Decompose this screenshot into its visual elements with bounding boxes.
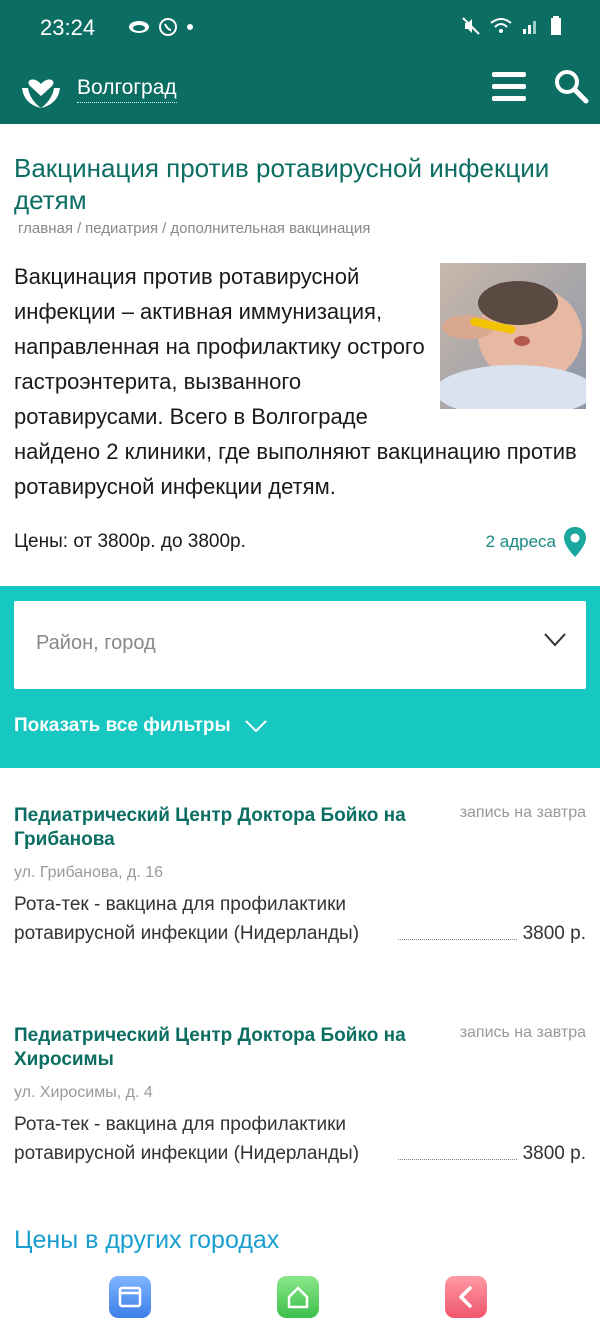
clinic-address: ул. Грибанова, д. 16 <box>14 864 164 881</box>
service-name: Рота-тек - вакцина для профилактики рота… <box>14 894 360 944</box>
clinic-card: Педиатрический Центр Доктора Бойко на Хи… <box>0 1024 600 1168</box>
home-icon[interactable] <box>277 1276 319 1318</box>
status-time: 23:24 <box>40 15 96 40</box>
price-range: Цены: от 3800р. до 3800р. <box>14 531 246 552</box>
heart-hands-logo-icon[interactable] <box>20 66 62 110</box>
mute-icon <box>462 17 480 35</box>
chevron-down-icon <box>544 633 566 647</box>
service-price: 3800 р. <box>522 1143 586 1164</box>
show-all-filters-label: Показать все фильтры <box>14 715 231 736</box>
price-leader <box>398 1159 517 1160</box>
city-selector[interactable]: Волгоград <box>77 76 177 103</box>
addresses-label: 2 адреса <box>485 532 556 551</box>
main-content: Вакцинация против ротавирусной инфекции … <box>0 152 600 560</box>
clinic-card: Педиатрический Центр Доктора Бойко на Гр… <box>0 804 600 948</box>
system-navbar <box>0 1268 600 1332</box>
clinic-address: ул. Хиросимы, д. 4 <box>14 1084 153 1101</box>
other-cities-heading[interactable]: Цены в других городах <box>0 1226 600 1255</box>
district-placeholder: Район, город <box>36 632 156 654</box>
page-title: Вакцинация против ротавирусной инфекции … <box>14 153 550 215</box>
recent-apps-icon[interactable] <box>109 1276 151 1318</box>
chevron-down-icon <box>245 720 267 732</box>
intro-block: Вакцинация против ротавирусной инфекции … <box>14 259 586 504</box>
clinic-name[interactable]: Педиатрический Центр Доктора Бойко на Хи… <box>14 1024 414 1072</box>
breadcrumb: главная / педиатрия / дополнительная вакцина… <box>18 220 371 237</box>
service-row: Рота-тек - вакцина для профилактики рота… <box>14 1110 586 1168</box>
price-leader <box>398 939 517 940</box>
show-all-filters-button[interactable]: Показать все фильтры <box>14 715 586 737</box>
booking-status: запись на завтра <box>459 1024 586 1041</box>
notification-app-icon <box>129 21 149 33</box>
baby-vaccine-photo <box>440 263 586 409</box>
filter-panel: Район, город Показать все фильтры <box>0 586 600 768</box>
prices-row: Цены: от 3800р. до 3800р. 2 адреса <box>14 524 586 560</box>
service-name: Рота-тек - вакцина для профилактики рота… <box>14 1114 360 1164</box>
service-price: 3800 р. <box>522 923 586 944</box>
signal-icon <box>523 21 536 34</box>
breadcrumb-pediatrics[interactable]: педиатрия <box>85 220 158 237</box>
battery-icon <box>551 16 561 35</box>
service-row: Рота-тек - вакцина для профилактики рота… <box>14 890 586 948</box>
clinic-name[interactable]: Педиатрический Центр Доктора Бойко на Гр… <box>14 804 414 852</box>
breadcrumb-vaccination[interactable]: дополнительная вакцинация <box>170 220 370 237</box>
district-select[interactable]: Район, город <box>14 601 586 689</box>
status-bar: 23:24 <box>0 0 600 58</box>
menu-icon[interactable] <box>492 70 526 104</box>
viber-icon <box>159 18 177 36</box>
site-header: Волгоград <box>0 58 600 124</box>
back-icon[interactable] <box>445 1276 487 1318</box>
addresses-link[interactable]: 2 адреса <box>486 527 586 557</box>
booking-status: запись на завтра <box>459 804 586 821</box>
wifi-icon <box>490 18 512 33</box>
dot-icon <box>187 24 193 30</box>
breadcrumb-home[interactable]: главная <box>18 220 73 237</box>
search-icon[interactable] <box>553 68 589 104</box>
map-pin-icon <box>564 527 586 557</box>
